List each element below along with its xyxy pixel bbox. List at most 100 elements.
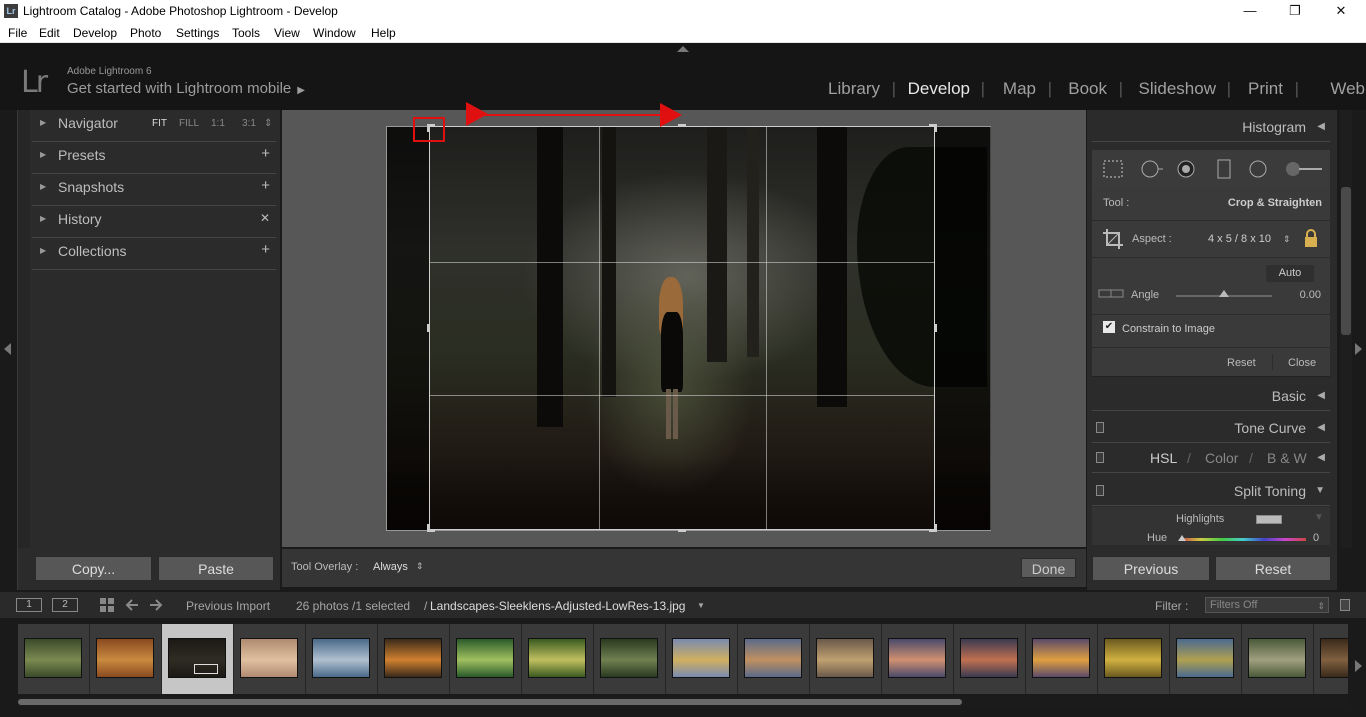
color-tab[interactable]: Color (1205, 450, 1238, 466)
crop-handle-bottom-left[interactable] (427, 524, 429, 532)
filter-select[interactable]: Filters Off ⇕ (1205, 597, 1329, 613)
snapshots-header[interactable]: ▶ Snapshots + (32, 174, 276, 206)
filmstrip-thumbnail-cell[interactable] (1242, 624, 1314, 694)
add-snapshot-icon[interactable]: + (261, 177, 270, 194)
copy-button[interactable]: Copy... (35, 556, 152, 581)
secondary-window-button[interactable]: 2 (52, 598, 78, 612)
add-preset-icon[interactable]: + (261, 145, 270, 162)
filmstrip-thumbnail-cell[interactable] (882, 624, 954, 694)
filmstrip-thumbnail-cell[interactable] (162, 624, 234, 694)
menu-help[interactable]: Help (371, 26, 396, 40)
paste-button[interactable]: Paste (158, 556, 274, 581)
aspect-stepper-icon[interactable]: ⇕ (1283, 234, 1291, 245)
module-web[interactable]: Web (1330, 79, 1365, 99)
highlights-color-swatch[interactable] (1256, 515, 1282, 524)
filmstrip-thumbnail-cell[interactable] (666, 624, 738, 694)
panel-switch-icon[interactable] (1096, 452, 1104, 463)
constrain-checkbox[interactable]: ✔ (1103, 321, 1115, 333)
menu-settings[interactable]: Settings (176, 26, 219, 40)
collections-header[interactable]: ▶ Collections + (32, 238, 276, 270)
filmstrip-thumbnail-cell[interactable] (1314, 624, 1348, 694)
collapse-top-panel-icon[interactable] (677, 46, 689, 52)
filmstrip-thumbnail-cell[interactable] (234, 624, 306, 694)
module-develop[interactable]: Develop (908, 79, 970, 99)
thumbnail-misty-field[interactable] (672, 638, 730, 678)
filmstrip-thumbnail-cell[interactable] (1098, 624, 1170, 694)
crop-handle-right[interactable] (935, 324, 937, 332)
zoom-fit[interactable]: FIT (152, 118, 167, 129)
thumbnail-rocky-hillside[interactable] (1248, 638, 1306, 678)
hue-value[interactable]: 0 (1313, 532, 1319, 544)
red-eye-icon[interactable] (1176, 159, 1198, 179)
filmstrip-thumbnail-cell[interactable] (738, 624, 810, 694)
crop-handle-left[interactable] (427, 324, 429, 332)
filmstrip-scroll-right-icon[interactable] (1355, 660, 1362, 672)
module-map[interactable]: Map (1003, 79, 1036, 99)
module-library[interactable]: Library (828, 79, 880, 99)
restore-button[interactable]: ❐ (1285, 2, 1305, 20)
zoom-fill[interactable]: FILL (179, 118, 199, 129)
crop-handle-top-right[interactable] (935, 124, 937, 132)
tool-overlay-select[interactable]: Always (373, 561, 408, 573)
tone-curve-header[interactable]: Tone Curve ◀ (1092, 413, 1330, 443)
filmstrip-thumbnail-cell[interactable] (1170, 624, 1242, 694)
straighten-level-icon[interactable] (1098, 286, 1124, 300)
filmstrip-thumbnail-cell[interactable] (810, 624, 882, 694)
zoom-3-1[interactable]: 3:1 (242, 118, 256, 129)
filter-lock-icon[interactable] (1340, 599, 1350, 611)
graduated-filter-icon[interactable] (1213, 159, 1235, 179)
thumbnail-harbor-sunset[interactable] (1032, 638, 1090, 678)
hue-slider-thumb[interactable] (1178, 535, 1186, 541)
grid-view-icon[interactable] (100, 598, 114, 612)
crop-tool-icon[interactable] (1102, 159, 1124, 179)
menu-edit[interactable]: Edit (39, 26, 60, 40)
module-slideshow[interactable]: Slideshow (1139, 79, 1217, 99)
filmstrip-thumbnail-cell[interactable] (954, 624, 1026, 694)
presets-header[interactable]: ▶ Presets + (32, 142, 276, 174)
thumbnail-venice-basilica[interactable] (888, 638, 946, 678)
thumbnail-woodland-path[interactable] (600, 638, 658, 678)
forward-arrow-icon[interactable] (149, 598, 163, 612)
panel-switch-icon[interactable] (1096, 485, 1104, 496)
thumbnail-golden-mountains[interactable] (1104, 638, 1162, 678)
menu-tools[interactable]: Tools (232, 26, 260, 40)
filmstrip-thumbnail-cell[interactable] (90, 624, 162, 694)
filmstrip-thumbnail-cell[interactable] (306, 624, 378, 694)
auto-straighten-button[interactable]: Auto (1266, 265, 1314, 282)
collapse-left-panel-icon[interactable] (4, 343, 11, 355)
previous-import-source[interactable]: Previous Import (186, 599, 270, 613)
thumbnail-seaside-sunrise[interactable] (240, 638, 298, 678)
menu-window[interactable]: Window (313, 26, 356, 40)
left-panel-scrollbar[interactable] (18, 110, 30, 548)
hue-slider-track[interactable] (1180, 538, 1306, 541)
dropdown-arrow-icon[interactable]: ▼ (1314, 512, 1324, 523)
crop-frame-tool-icon[interactable] (1102, 228, 1124, 250)
split-toning-header[interactable]: Split Toning ▼ (1092, 476, 1330, 506)
radial-filter-icon[interactable] (1248, 159, 1270, 179)
previous-button[interactable]: Previous (1092, 556, 1210, 581)
menu-file[interactable]: File (8, 26, 27, 40)
filename-dropdown-icon[interactable]: ▼ (697, 601, 705, 610)
hsl-header[interactable]: HSL / Color / B & W ◀ (1092, 443, 1330, 473)
clear-history-icon[interactable]: ✕ (260, 211, 270, 225)
thumbnail-forest-sunburst[interactable] (528, 638, 586, 678)
right-panel-scrollbar[interactable] (1340, 110, 1352, 548)
basic-header[interactable]: Basic ◀ (1092, 381, 1330, 411)
lock-icon[interactable] (1303, 228, 1319, 248)
add-collection-icon[interactable]: + (261, 241, 270, 258)
crop-close-link[interactable]: Close (1288, 357, 1316, 369)
main-window-button[interactable]: 1 (16, 598, 42, 612)
close-button[interactable]: ✕ (1331, 2, 1351, 20)
adjustment-brush-icon[interactable] (1284, 159, 1324, 179)
thumbnail-autumn-valley[interactable] (96, 638, 154, 678)
angle-value[interactable]: 0.00 (1300, 289, 1321, 301)
thumbnail-green-hills[interactable] (456, 638, 514, 678)
crop-handle-bottom-right[interactable] (935, 524, 937, 532)
lightroom-mobile-link[interactable]: Get started with Lightroom mobile ▶ (67, 80, 305, 97)
panel-switch-icon[interactable] (1096, 422, 1104, 433)
thumbnail-gondolas-dusk[interactable] (960, 638, 1018, 678)
module-print[interactable]: Print (1248, 79, 1283, 99)
thumbnail-city-skyline[interactable] (744, 638, 802, 678)
bw-tab[interactable]: B & W (1267, 450, 1307, 466)
menu-photo[interactable]: Photo (130, 26, 161, 40)
